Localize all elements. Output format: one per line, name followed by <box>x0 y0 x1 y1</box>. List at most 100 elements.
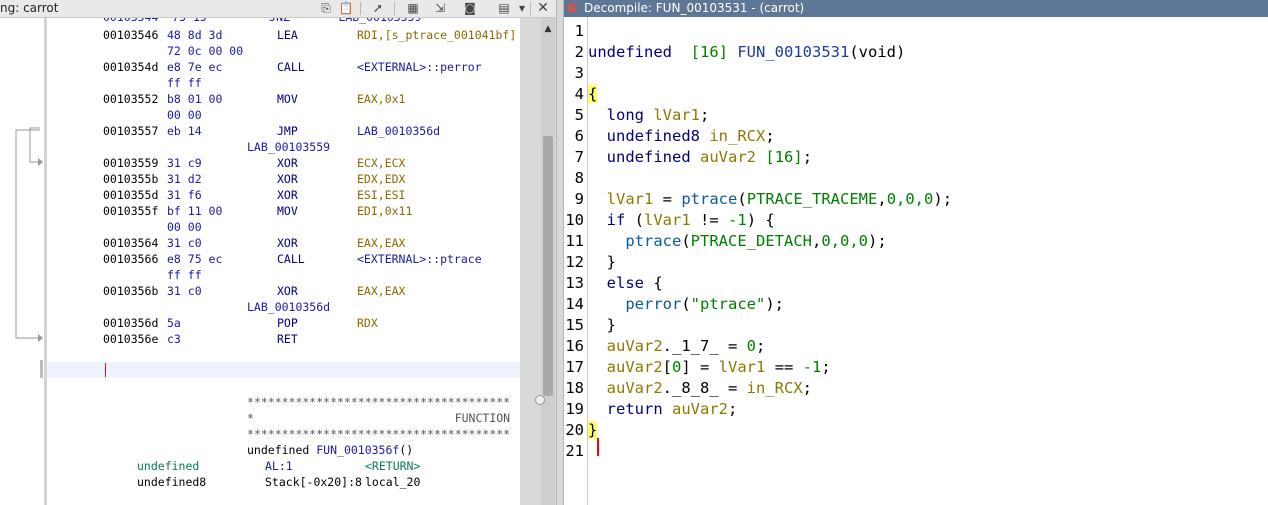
row-operand: LAB_0010356d <box>357 124 441 138</box>
decompiler-window: G Decompile: FUN_00103531 - (carrot) 12 3… <box>564 0 1268 505</box>
row-address: 0010354d <box>103 60 159 74</box>
row-address: 0010355d <box>103 188 159 202</box>
row-operand: EDX,EDX <box>357 172 406 186</box>
code-line-20[interactable]: } <box>588 420 598 441</box>
close-listing-button[interactable]: ✕ <box>533 0 553 17</box>
line-number: 3 <box>574 64 584 82</box>
row-bytes: 00 00 <box>167 220 202 234</box>
row-mnemonic: CALL <box>277 60 305 74</box>
listing-label[interactable]: LAB_0010356d <box>247 300 330 315</box>
code-line-16[interactable]: auVar2._1_7_ = 0; <box>588 336 766 357</box>
code-line-5[interactable]: long lVar1; <box>588 105 710 126</box>
row-address: 0010356b <box>103 284 159 298</box>
row-address: 00103546 <box>103 28 159 42</box>
row-bytes: 31 c0 <box>167 284 202 298</box>
row-bytes: e8 7e ec <box>167 60 223 74</box>
row-mnemonic: XOR <box>277 236 298 250</box>
line-number: 19 <box>565 400 584 418</box>
select-cursor-icon[interactable]: ➚ <box>368 0 388 17</box>
function-signature[interactable]: undefined FUN_0010356f() <box>247 443 413 458</box>
menu-dropdown-icon[interactable]: ▾ <box>512 0 532 17</box>
code-line-14[interactable]: perror("ptrace"); <box>588 294 784 315</box>
edit-listing-fields-icon[interactable]: ▦ <box>403 0 423 17</box>
code-line-9[interactable]: lVar1 = ptrace(PTRACE_TRACEME,0,0,0); <box>588 189 952 210</box>
row-mnemonic: XOR <box>277 156 298 170</box>
decompiled-code[interactable]: undefined [16] FUN_00103531(void) { long… <box>588 17 1268 505</box>
row-mnemonic: CALL <box>277 252 305 266</box>
code-line-13[interactable]: else { <box>588 273 663 294</box>
row-operand: EAX,EAX <box>357 284 406 298</box>
flow-arrows-margin <box>0 18 44 505</box>
row-operand: ESI,ESI <box>357 188 406 202</box>
line-number: 8 <box>574 169 584 187</box>
overview-marker-icon[interactable] <box>535 395 545 405</box>
code-line-2[interactable]: undefined [16] FUN_00103531(void) <box>588 42 905 63</box>
row-mnemonic: JMP <box>277 124 298 138</box>
function-header-marker: * FUNCTION <box>247 411 511 425</box>
row-mnemonic: LEA <box>277 28 298 42</box>
code-line-6[interactable]: undefined8 in_RCX; <box>588 126 775 147</box>
line-number: 1 <box>574 22 584 40</box>
line-number: 11 <box>565 232 584 250</box>
row-operand: EAX,0x1 <box>357 92 406 106</box>
listing-label[interactable]: LAB_00103559 <box>247 140 330 155</box>
function-header-stars-top: ************************************** <box>247 395 511 409</box>
copy-icon[interactable]: ⎘ <box>316 0 336 17</box>
panel-splitter[interactable] <box>556 0 564 505</box>
row-address: 00103566 <box>103 252 159 266</box>
row-address: 0010355b <box>103 172 159 186</box>
decompiler-cursor <box>597 438 599 456</box>
row-mnemonic: RET <box>277 332 298 346</box>
code-line-18[interactable]: auVar2._8_8_ = in_RCX; <box>588 378 812 399</box>
line-number-gutter: 1 2 3 4 5 6 7 8 9 10 11 12 13 14 15 16 17 18 19 20 21 <box>564 17 588 505</box>
line-number: 10 <box>565 211 584 229</box>
line-number: 17 <box>565 358 584 376</box>
ghidra-dragon-icon: G <box>567 1 577 15</box>
row-address: 0010355f <box>103 204 159 218</box>
menu-icon[interactable]: ▤ <box>494 0 514 17</box>
diff-icon[interactable]: ⇲ <box>430 0 450 17</box>
code-line-7[interactable]: undefined auVar2 [16]; <box>588 147 812 168</box>
decompiler-titlebar: G Decompile: FUN_00103531 - (carrot) <box>564 0 1268 17</box>
code-line-15[interactable]: } <box>588 315 616 336</box>
line-number: 20 <box>565 421 584 439</box>
row-mnemonic: XOR <box>277 284 298 298</box>
line-number: 15 <box>565 316 584 334</box>
line-number: 7 <box>574 148 584 166</box>
row-bytes: ff ff <box>167 268 202 282</box>
listing-cursor <box>105 363 106 377</box>
scroll-up-arrow-icon[interactable]: ▲ <box>541 22 555 36</box>
line-number: 12 <box>565 253 584 271</box>
code-line-19[interactable]: return auVar2; <box>588 399 738 420</box>
row-address: 00103564 <box>103 236 159 250</box>
row-bytes: eb 14 <box>167 124 202 138</box>
line-number: 4 <box>574 85 584 103</box>
code-line-17[interactable]: auVar2[0] = lVar1 == -1; <box>588 357 831 378</box>
row-bytes: 72 0c 00 00 <box>167 44 244 58</box>
snapshot-camera-icon[interactable]: ◙ <box>460 0 480 17</box>
paste-icon[interactable]: 📋 <box>336 0 356 17</box>
line-number: 14 <box>565 295 584 313</box>
listing-scroll-thumb[interactable] <box>543 136 553 396</box>
listing-view[interactable]: 00103544 75 15 JNZ LAB_00103559 00103546… <box>47 18 520 505</box>
row-mnemonic: MOV <box>277 92 298 106</box>
line-number: 5 <box>574 106 584 124</box>
row-mnemonic: XOR <box>277 172 298 186</box>
row-bytes: c3 <box>167 332 181 346</box>
code-line-11[interactable]: ptrace(PTRACE_DETACH,0,0,0); <box>588 231 886 252</box>
variable-row-return[interactable]: undefined AL:1 <RETURN> <box>137 459 420 474</box>
listing-window: ng: carrot ⎘ 📋 ➚ ▦ ⇲ ◙ ▤ ▾ ✕ 00103544 75… <box>0 0 556 505</box>
code-line-10[interactable]: if (lVar1 != -1) { <box>588 210 775 231</box>
row-address: 00103552 <box>103 92 159 106</box>
row-operand: EAX,EAX <box>357 236 406 250</box>
current-row-highlight <box>47 362 520 378</box>
listing-scrollbar[interactable]: ▲ <box>520 18 556 505</box>
function-header-stars-bottom: ************************************** <box>247 427 511 441</box>
code-line-12[interactable]: } <box>588 252 616 273</box>
row-mnemonic: MOV <box>277 204 298 218</box>
code-line-4[interactable]: { <box>588 84 598 105</box>
variable-row-local[interactable]: undefined8 Stack[-0x20]:8 local_20 <box>137 475 420 490</box>
line-number: 16 <box>565 337 584 355</box>
row-operand: EDI,0x11 <box>357 204 413 218</box>
row-bytes: 48 8d 3d <box>167 28 223 42</box>
